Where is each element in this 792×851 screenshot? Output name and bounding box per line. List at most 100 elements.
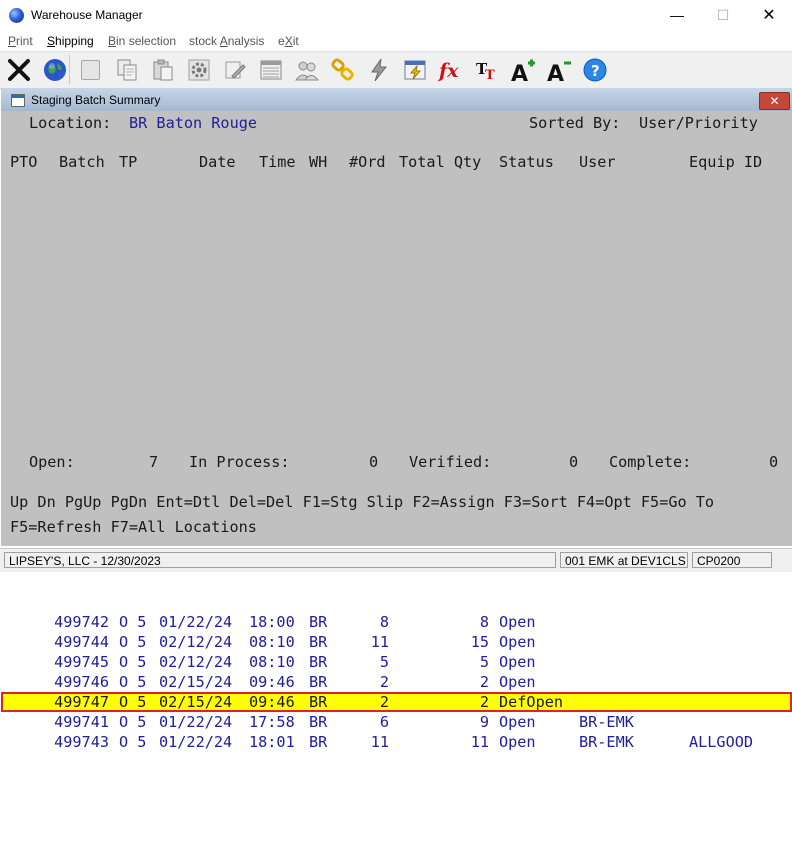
table-row[interactable]: 499744 O 5 02/12/24 08:10 BR 11 15 Open xyxy=(1,632,792,652)
lightning-icon[interactable] xyxy=(364,55,393,84)
svg-text:A: A xyxy=(511,62,528,83)
menu-print-label: Print xyxy=(8,34,33,48)
cell-tp: O 5 xyxy=(119,653,147,671)
cell-status: Open xyxy=(499,653,536,671)
cell-date: 01/22/24 xyxy=(159,733,233,751)
col-equip-id: Equip ID xyxy=(689,153,763,171)
sorted-label: Sorted By: xyxy=(529,114,621,132)
cell-status: Open xyxy=(499,633,536,651)
status-company: LIPSEY'S, LLC - 12/30/2023 xyxy=(4,552,556,568)
cell-user: BR-EMK xyxy=(579,733,634,751)
complete-count: 0 xyxy=(769,453,779,471)
inner-close-button[interactable]: ✕ xyxy=(759,92,790,110)
menu-bin-selection-label: Bin selection xyxy=(108,34,177,48)
maximize-button[interactable]: ☐ xyxy=(700,0,746,31)
col-ord: #Ord xyxy=(349,153,386,171)
globe-icon[interactable] xyxy=(40,55,70,84)
table-row[interactable]: 499746 O 5 02/15/24 09:46 BR 2 2 Open xyxy=(1,672,792,692)
fx-icon[interactable]: fx xyxy=(436,55,465,84)
font-decrease-icon[interactable]: A xyxy=(544,55,573,84)
verified-count: 0 xyxy=(569,453,579,471)
table-row[interactable]: 499743 O 5 01/22/24 18:01 BR 11 11 Open BR-EMK AL… xyxy=(1,732,792,752)
cell-wh: BR xyxy=(309,673,328,691)
svg-text:?: ? xyxy=(591,62,600,80)
col-tp: TP xyxy=(119,153,138,171)
cell-qty: 2 xyxy=(479,673,489,691)
menu-exit[interactable]: eXit xyxy=(278,34,299,48)
cell-date: 01/22/24 xyxy=(159,713,233,731)
svg-text:fx: fx xyxy=(438,60,459,82)
cell-batch: 499743 xyxy=(54,733,109,751)
status-program: CP0200 xyxy=(692,552,772,568)
cell-user xyxy=(579,672,679,692)
copy-icon[interactable] xyxy=(112,55,141,84)
text-format-icon[interactable]: TT xyxy=(472,55,501,84)
cell-date: 02/12/24 xyxy=(159,633,233,651)
cell-qty: 8 xyxy=(479,613,489,631)
cell-status: Open xyxy=(499,733,536,751)
cell-equip xyxy=(689,712,789,732)
menu-print[interactable]: Print xyxy=(8,34,33,48)
gear-icon[interactable] xyxy=(184,55,213,84)
cell-ord: 8 xyxy=(379,613,389,631)
users-icon[interactable] xyxy=(292,55,321,84)
inner-title-bar: Staging Batch Summary ✕ xyxy=(1,88,792,111)
list-icon[interactable] xyxy=(256,55,285,84)
cell-batch: 499744 xyxy=(54,633,109,651)
function-keys-line2: F5=Refresh F7=All Locations xyxy=(10,518,257,536)
location-label: Location: xyxy=(29,114,112,132)
minimize-button[interactable]: — xyxy=(654,0,700,31)
cell-user: BR-EMK xyxy=(579,713,634,731)
title-bar: Warehouse Manager — ☐ ✕ xyxy=(0,0,792,31)
cell-date: 02/15/24 xyxy=(159,673,233,691)
cell-user xyxy=(579,612,679,632)
cell-time: 18:00 xyxy=(249,613,295,631)
menu-stock-analysis[interactable]: stock Analysis xyxy=(189,34,264,48)
toolbar: fx TT A A ? xyxy=(0,51,792,89)
cell-ord: 11 xyxy=(370,733,389,751)
inner-window-title: Staging Batch Summary xyxy=(31,93,161,107)
cell-tp: O 5 xyxy=(119,613,147,631)
cell-user xyxy=(579,632,679,652)
close-x-icon[interactable] xyxy=(4,55,33,84)
cell-wh: BR xyxy=(309,613,328,631)
calendar-lightning-icon[interactable] xyxy=(400,55,429,84)
inprocess-count: 0 xyxy=(369,453,379,471)
inprocess-label: In Process: xyxy=(189,453,290,471)
location-value: BR Baton Rouge xyxy=(129,114,258,132)
cell-time: 08:10 xyxy=(249,633,295,651)
font-increase-icon[interactable]: A xyxy=(508,55,537,84)
cell-status: Open xyxy=(499,713,536,731)
complete-label: Complete: xyxy=(609,453,692,471)
col-batch: Batch xyxy=(59,153,105,171)
table-row-selected[interactable]: 499747 O 5 02/15/24 09:46 BR 2 2 DefOpen xyxy=(1,692,792,712)
cell-tp: O 5 xyxy=(119,633,147,651)
cell-qty: 15 xyxy=(470,633,489,651)
edit-icon[interactable] xyxy=(220,55,249,84)
cell-equip: ALLGOOD xyxy=(689,733,754,751)
menu-shipping[interactable]: Shipping xyxy=(47,34,94,48)
cell-status: DefOpen xyxy=(499,693,564,711)
open-label: Open: xyxy=(29,453,75,471)
close-button[interactable]: ✕ xyxy=(746,0,792,31)
cell-date: 01/22/24 xyxy=(159,613,233,631)
sorted-value: User/Priority xyxy=(639,114,758,132)
cell-wh: BR xyxy=(309,713,328,731)
cell-time: 17:58 xyxy=(249,713,295,731)
cell-batch: 499747 xyxy=(54,693,109,711)
cell-ord: 11 xyxy=(370,633,389,651)
function-keys-line1: Up Dn PgUp PgDn Ent=Dtl Del=Del F1=Stg S… xyxy=(10,493,715,511)
blank-icon[interactable] xyxy=(76,55,105,84)
paste-icon[interactable] xyxy=(148,55,177,84)
cell-ord: 2 xyxy=(379,693,389,711)
menu-bin-selection[interactable]: Bin selection xyxy=(108,34,176,48)
svg-text:T: T xyxy=(485,68,495,82)
cell-user xyxy=(579,652,679,672)
menu-exit-label: eXit xyxy=(278,34,299,48)
chain-link-icon[interactable] xyxy=(328,55,357,84)
help-icon[interactable]: ? xyxy=(580,55,609,84)
cell-date: 02/12/24 xyxy=(159,653,233,671)
table-row[interactable]: 499741 O 5 01/22/24 17:58 BR 6 9 Open BR-EMK xyxy=(1,712,792,732)
table-row[interactable]: 499742 O 5 01/22/24 18:00 BR 8 8 Open xyxy=(1,612,792,632)
table-row[interactable]: 499745 O 5 02/12/24 08:10 BR 5 5 Open xyxy=(1,652,792,672)
